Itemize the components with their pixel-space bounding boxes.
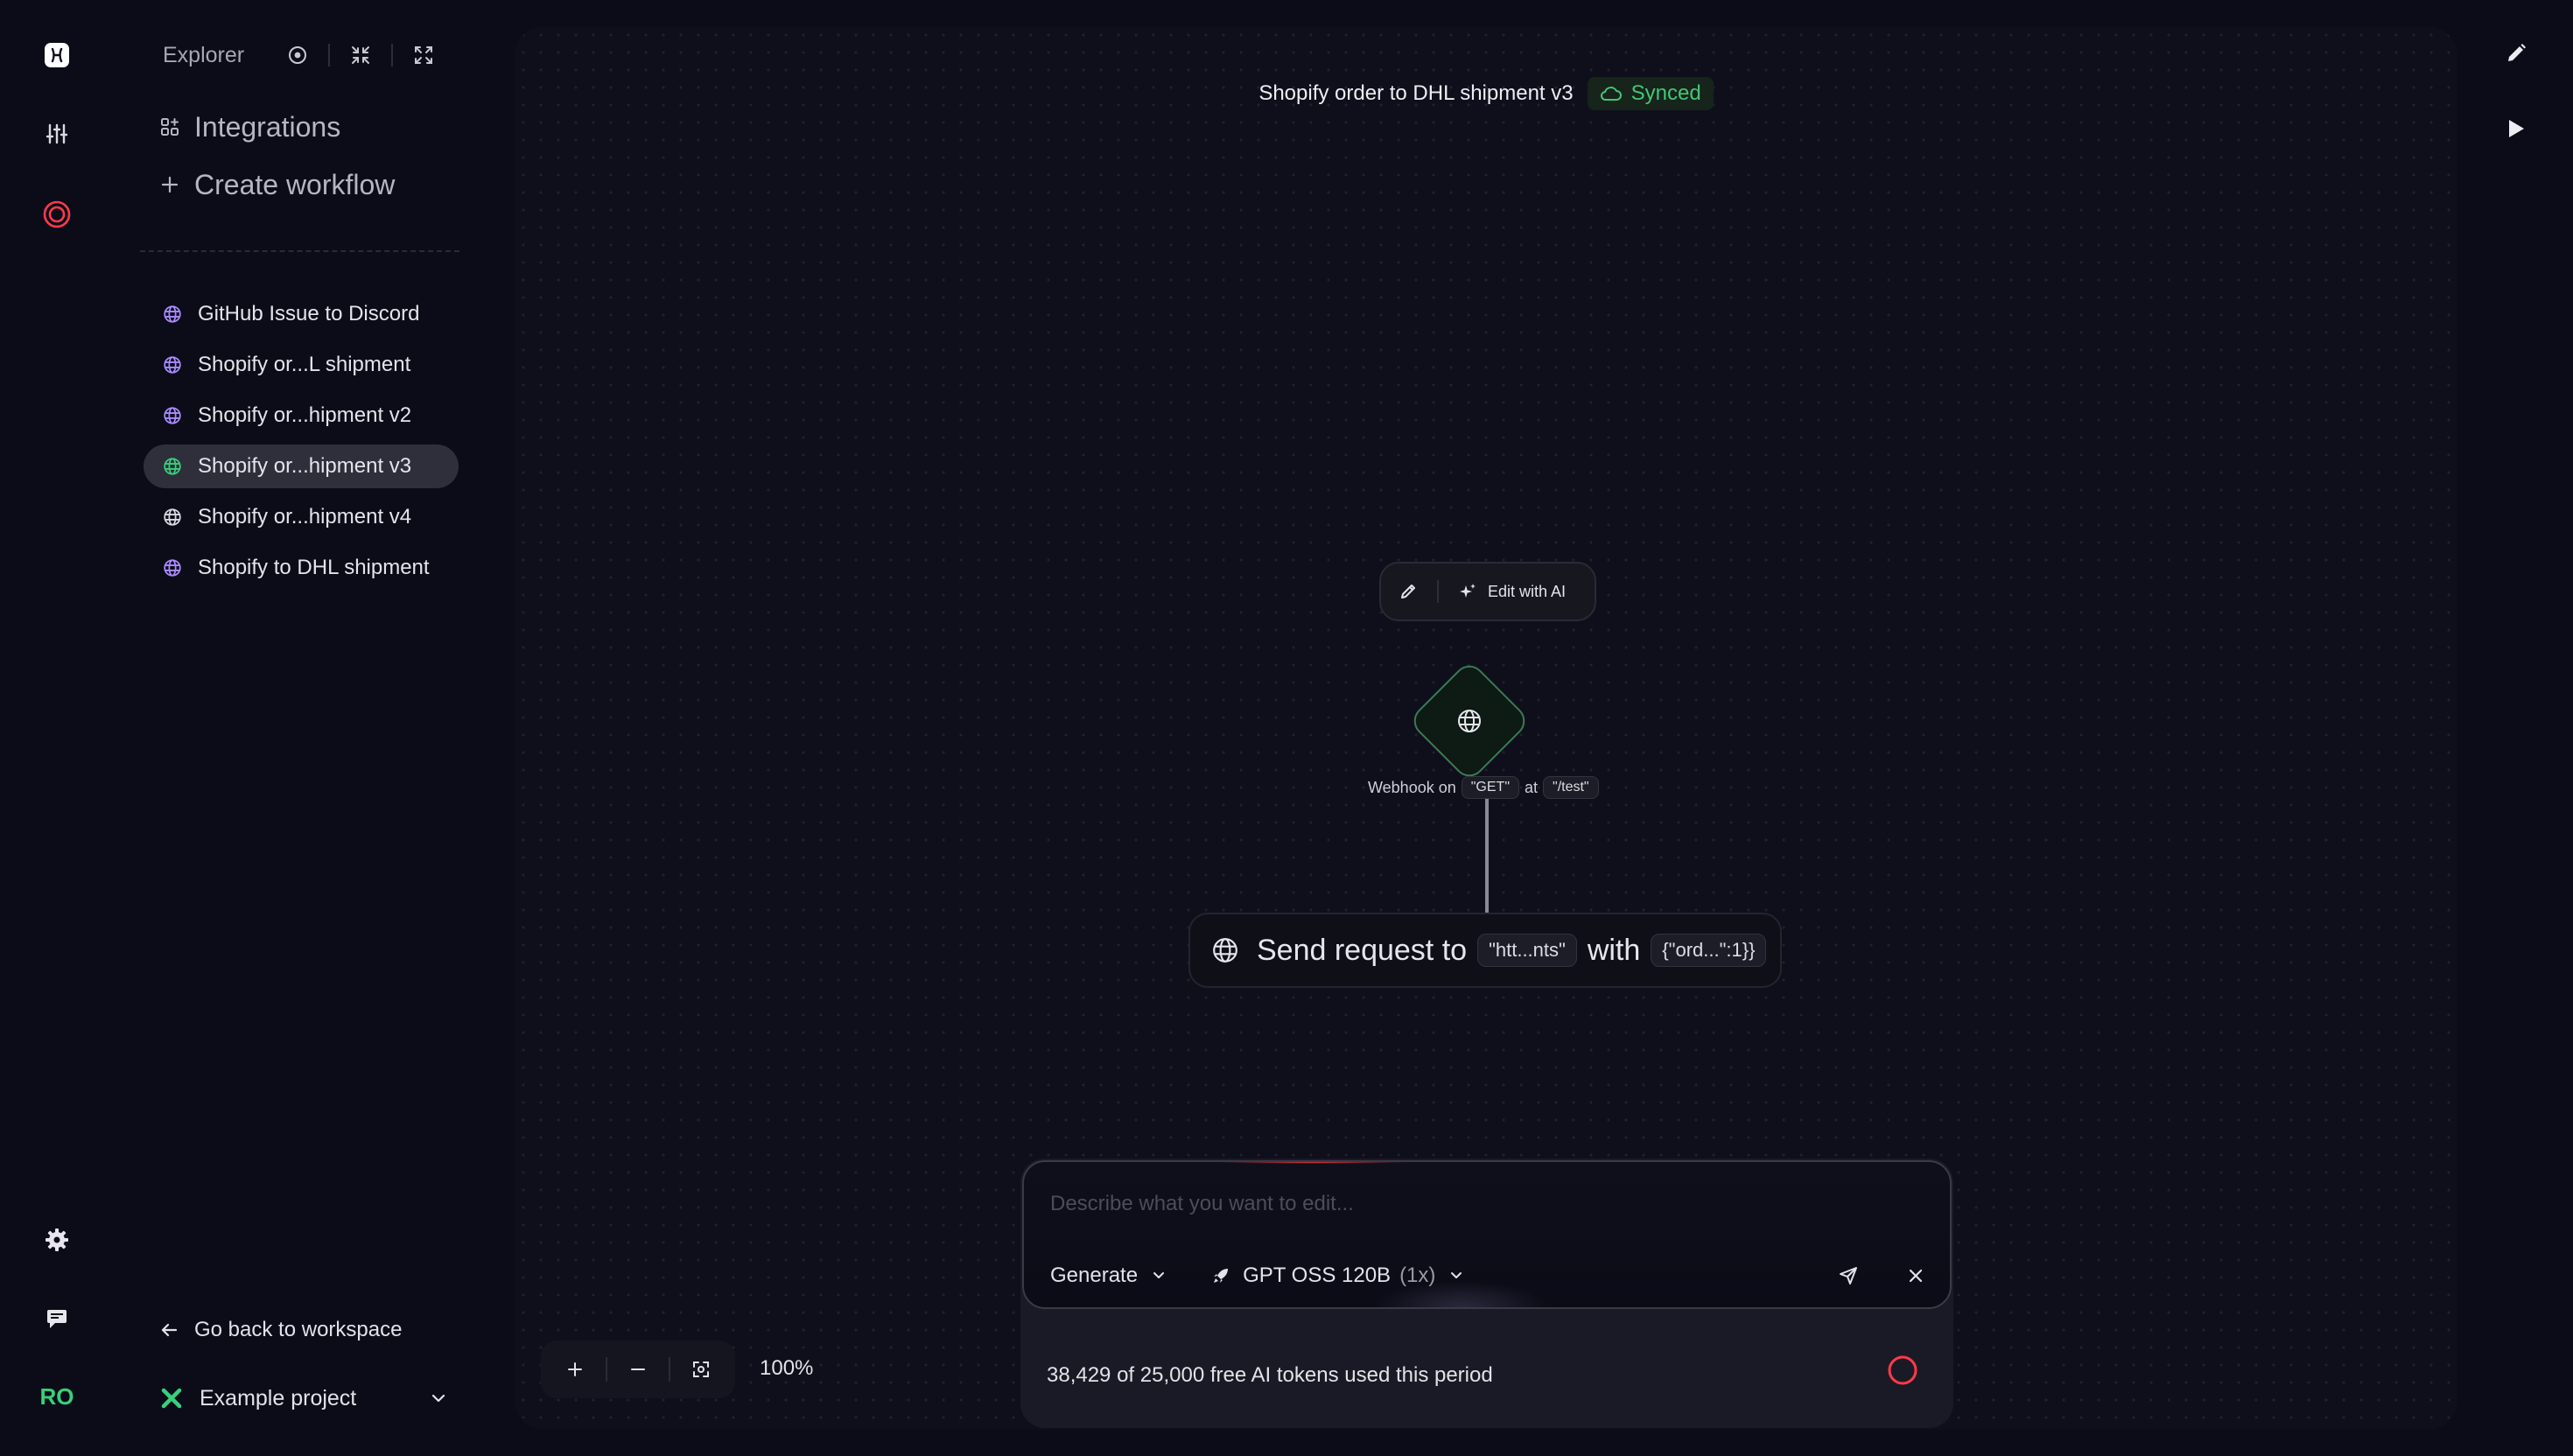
explorer-header: Explorer [140, 35, 464, 75]
model-multiplier: (1x) [1399, 1264, 1436, 1287]
toolbar-divider [391, 44, 394, 66]
globe-icon [163, 558, 184, 578]
chevron-down-icon [1451, 1272, 1462, 1278]
workflow-item[interactable]: Shopify or...hipment v3 [144, 444, 459, 488]
sync-status-text: Synced [1630, 81, 1701, 105]
model-dropdown[interactable]: GPT OSS 120B (1x) [1211, 1264, 1465, 1288]
sidebar-divider [140, 250, 459, 252]
url-chip[interactable]: "htt...nts" [1477, 934, 1577, 967]
workflow-item-label: Shopify or...hipment v4 [198, 505, 412, 528]
token-usage-ring-icon [1887, 1354, 1918, 1386]
globe-icon [163, 508, 184, 527]
workflow-title-bar: Shopify order to DHL shipment v3 Synced [515, 77, 2457, 110]
mode-dropdown[interactable]: Generate [1050, 1264, 1167, 1288]
feedback-icon[interactable] [35, 1297, 79, 1340]
go-back-link[interactable]: Go back to workspace [159, 1311, 402, 1349]
play-icon[interactable] [2494, 107, 2538, 150]
globe-icon [163, 304, 184, 324]
workflow-item[interactable]: Shopify to DHL shipment [144, 546, 459, 590]
body-chip[interactable]: {"ord...":1}} [1651, 934, 1767, 967]
globe-icon [1426, 677, 1513, 765]
token-usage-text: 38,429 of 25,000 free AI tokens used thi… [1047, 1363, 1493, 1387]
node-connector [1485, 793, 1489, 922]
globe-icon [163, 406, 184, 425]
workflow-item[interactable]: GitHub Issue to Discord [144, 292, 459, 336]
app-logo-icon[interactable] [35, 33, 79, 77]
arrow-left-icon [159, 1320, 179, 1340]
workflow-list: GitHub Issue to Discord Shopify or...L sh… [144, 292, 459, 597]
action-prefix: Send request to [1257, 933, 1468, 967]
plus-icon [159, 176, 180, 193]
globe-icon [163, 355, 184, 374]
zoom-out-icon[interactable] [628, 1360, 648, 1379]
trigger-connector-text: at [1525, 778, 1539, 796]
action-connector-text: with [1587, 933, 1641, 967]
explorer-title: Explorer [163, 42, 245, 67]
workflow-item[interactable]: Shopify or...hipment v4 [144, 495, 459, 539]
sidebar: Explorer Integrations Create workflow Gi… [140, 0, 464, 1456]
toolbar-divider [328, 44, 331, 66]
workflow-canvas[interactable]: Shopify order to DHL shipment v3 Synced … [515, 26, 2457, 1430]
integrations-label: Integrations [194, 110, 341, 143]
path-chip[interactable]: "/test" [1543, 776, 1599, 799]
trigger-node[interactable] [1407, 659, 1532, 783]
locate-icon[interactable] [279, 37, 316, 74]
fit-view-icon[interactable] [691, 1360, 711, 1379]
mode-label: Generate [1050, 1264, 1139, 1287]
ai-controls: Generate GPT OSS 120B (1x) [1050, 1258, 1925, 1293]
globe-icon [163, 457, 184, 476]
chevron-down-icon [429, 1389, 448, 1408]
workflow-item-label: Shopify or...hipment v2 [198, 403, 412, 427]
create-workflow-link[interactable]: Create workflow [159, 163, 448, 206]
ai-prompt-input[interactable] [1050, 1186, 1908, 1222]
toolbar-divider [1437, 580, 1439, 603]
left-rail: RO [0, 0, 114, 1456]
cloud-icon [1600, 87, 1622, 101]
target-icon[interactable] [35, 192, 79, 236]
action-node[interactable]: Send request to "htt...nts" with {"ord..… [1188, 913, 1782, 988]
sparkles-icon [1460, 584, 1476, 598]
method-chip[interactable]: "GET" [1461, 776, 1519, 799]
node-toolbar: Edit with AI [1379, 562, 1596, 621]
project-logo-icon [159, 1386, 184, 1410]
trigger-prefix: Webhook on [1368, 778, 1456, 796]
settings-gear-icon[interactable] [35, 1218, 79, 1262]
chevron-down-icon [1153, 1272, 1165, 1278]
project-name: Example project [200, 1385, 357, 1410]
sync-status-badge: Synced [1587, 77, 1714, 110]
user-avatar[interactable]: RO [35, 1379, 79, 1414]
zoom-in-icon[interactable] [565, 1360, 585, 1379]
ai-edit-panel: Generate GPT OSS 120B (1x) 38,429 of 25,… [1020, 1158, 1953, 1428]
grid-plus-icon [159, 117, 180, 136]
edit-pencil-icon[interactable] [2494, 32, 2538, 75]
edit-with-ai-label: Edit with AI [1488, 582, 1567, 600]
integrations-link[interactable]: Integrations [159, 105, 448, 149]
workflow-item-label: Shopify or...L shipment [198, 353, 411, 376]
ai-prompt-box: Generate GPT OSS 120B (1x) [1022, 1160, 1952, 1309]
rocket-icon [1214, 1269, 1229, 1283]
sliders-icon[interactable] [35, 112, 79, 156]
trigger-label: Webhook on "GET" at "/test" [1368, 774, 1604, 802]
create-workflow-label: Create workflow [194, 168, 396, 200]
project-selector[interactable]: Example project [159, 1377, 448, 1419]
workflow-item-label: Shopify or...hipment v3 [198, 454, 412, 478]
close-icon[interactable] [1894, 1266, 1925, 1285]
edit-with-ai-button[interactable]: Edit with AI [1458, 582, 1566, 601]
pencil-icon[interactable] [1399, 582, 1418, 601]
workflow-item-label: GitHub Issue to Discord [198, 302, 420, 326]
zoom-controls [541, 1340, 735, 1398]
globe-icon [1211, 936, 1239, 964]
workflow-item[interactable]: Shopify or...hipment v2 [144, 394, 459, 438]
zoom-level: 100% [760, 1356, 814, 1380]
workflow-item[interactable]: Shopify or...L shipment [144, 343, 459, 387]
model-name: GPT OSS 120B [1243, 1264, 1392, 1287]
expand-icon[interactable] [405, 37, 442, 74]
workflow-item-label: Shopify to DHL shipment [198, 556, 430, 579]
workflow-title[interactable]: Shopify order to DHL shipment v3 [1258, 81, 1573, 106]
go-back-label: Go back to workspace [194, 1318, 403, 1341]
collapse-icon[interactable] [342, 37, 379, 74]
send-icon[interactable] [1826, 1265, 1859, 1286]
